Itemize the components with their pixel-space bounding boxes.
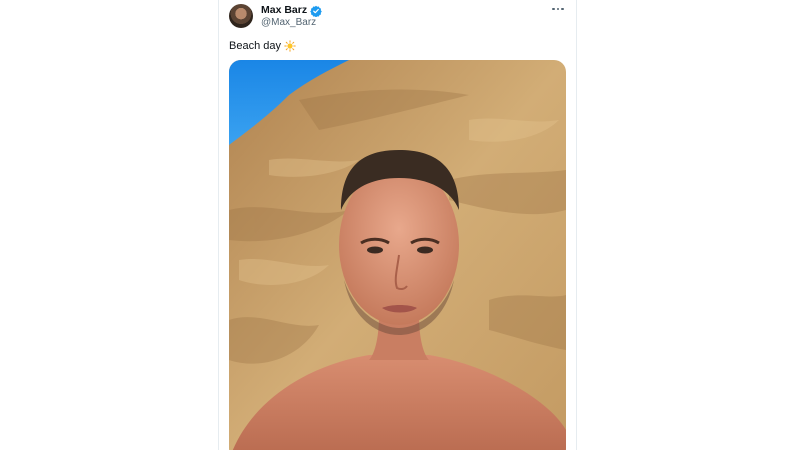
tweet-text-row: Beach day [229,40,296,52]
author-display-name[interactable]: Max Barz [261,4,307,16]
tweet-card: Max Barz @Max_Barz Beach day [218,0,577,450]
more-options-icon[interactable] [550,4,566,14]
sun-icon [284,40,296,52]
tweet-photo[interactable] [229,60,566,450]
avatar[interactable] [229,4,253,28]
verified-badge-icon [310,4,322,18]
author-handle[interactable]: @Max_Barz [261,17,316,28]
tweet-text: Beach day [229,40,281,52]
author-row: Max Barz [261,4,322,18]
